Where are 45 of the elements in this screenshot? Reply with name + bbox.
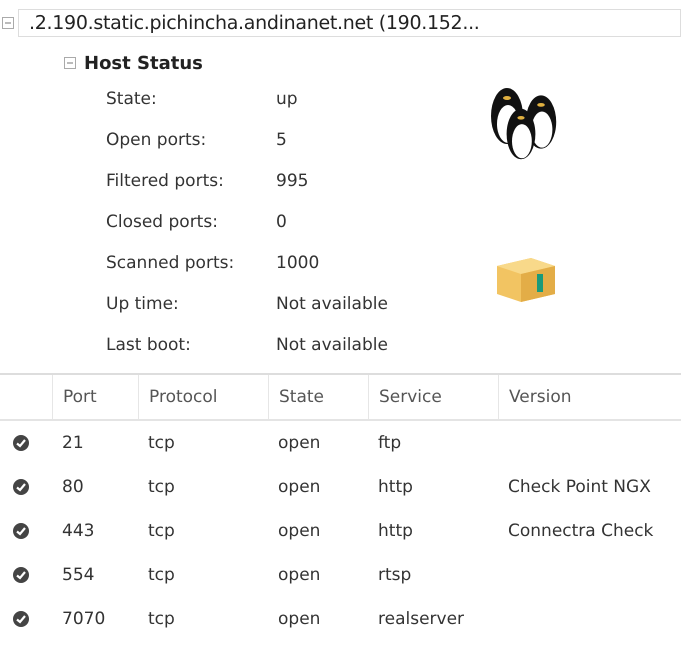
collapse-icon[interactable] (64, 57, 76, 69)
table-cell-text: open (277, 564, 322, 587)
field-value: 995 (276, 170, 310, 190)
table-cell-text: 7070 (61, 608, 106, 631)
field-label: Open ports: (106, 130, 208, 150)
column-header[interactable]: State (268, 375, 368, 419)
column-header[interactable]: Port (52, 375, 138, 419)
table-cell-text: http (377, 476, 414, 499)
table-cell-text: ftp (377, 432, 402, 455)
column-header[interactable]: Service (368, 375, 498, 419)
field-value: 0 (276, 212, 288, 232)
table-cell-text: Connectra Check (507, 520, 654, 543)
table-cell-text: 80 (61, 476, 85, 499)
field-label: Closed ports: (106, 212, 219, 232)
table-cell-text: open (277, 476, 322, 499)
table-cell-text: 443 (61, 520, 96, 543)
table-cell-text: open (277, 432, 322, 455)
column-header[interactable]: Protocol (138, 375, 268, 419)
table-cell-text: open (277, 608, 322, 631)
table-cell-text: tcp (147, 520, 176, 543)
table-cell-text: 21 (61, 432, 85, 455)
collapse-icon[interactable] (2, 17, 14, 29)
column-header[interactable]: Version (498, 375, 681, 419)
field-label: Up time: (106, 294, 180, 314)
table-cell-text: tcp (147, 432, 176, 455)
field-value: Not available (276, 294, 389, 314)
field-label: Filtered ports: (106, 170, 225, 190)
field-label: State: (106, 88, 158, 108)
table-cell-text: tcp (147, 476, 176, 499)
field-value: 1000 (276, 252, 320, 272)
table-cell-text: open (277, 520, 322, 543)
table-cell-text: realserver (377, 608, 466, 631)
field-value: 5 (276, 130, 288, 150)
table-cell-text: tcp (147, 608, 176, 631)
table-cell-text: 554 (61, 564, 96, 587)
table-cell-text: http (377, 520, 414, 543)
field-value: up (276, 88, 299, 108)
table-cell-text: Check Point NGX (507, 476, 652, 499)
section-title: Host Status (84, 52, 203, 74)
table-cell-text: tcp (147, 564, 176, 587)
table-cell-text: rtsp (377, 564, 412, 587)
field-label: Last boot: (106, 334, 192, 354)
host-title[interactable]: .2.190.static.pichincha.andinanet.net (190.152... (18, 9, 681, 37)
field-label: Scanned ports: (106, 252, 236, 272)
field-value: Not available (276, 334, 389, 354)
